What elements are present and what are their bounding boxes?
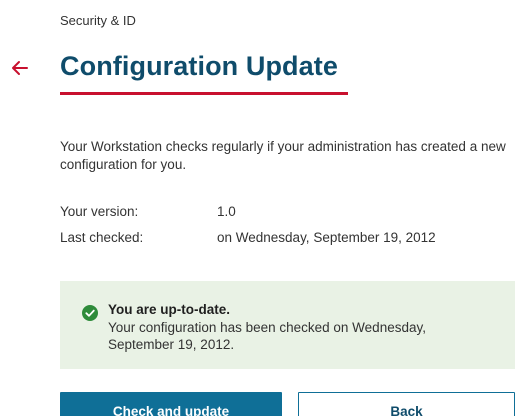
version-value: 1.0 [217, 204, 236, 219]
breadcrumb[interactable]: Security & ID [60, 13, 136, 28]
status-text: Your configuration has been checked on W… [108, 320, 426, 352]
back-button[interactable]: Back [298, 392, 515, 416]
configuration-update-page: Security & ID Configuration Update Your … [0, 0, 515, 416]
version-label: Your version: [60, 204, 139, 219]
last-checked-label: Last checked: [60, 230, 144, 245]
last-checked-value: on Wednesday, September 19, 2012 [217, 230, 436, 245]
page-title: Configuration Update [60, 51, 338, 81]
info-row-version: Your version: 1.0 [60, 203, 236, 221]
back-arrow-icon[interactable] [8, 56, 32, 80]
status-message-box: You are up-to-date. Your configuration h… [60, 281, 515, 369]
info-row-last-checked: Last checked: on Wednesday, September 19,… [60, 229, 436, 247]
title-underline [60, 92, 348, 95]
description-text: Your Workstation checks regularly if you… [60, 139, 506, 172]
checkmark-circle-icon [82, 305, 98, 321]
check-and-update-button[interactable]: Check and update [60, 392, 282, 416]
status-title: You are up-to-date. [108, 302, 231, 317]
